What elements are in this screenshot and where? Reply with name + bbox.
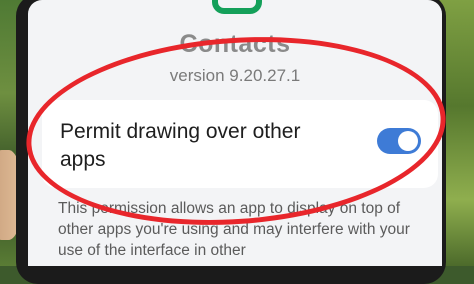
app-version: version 9.20.27.1 — [169, 66, 301, 85]
toggle-knob — [398, 131, 418, 151]
app-info-screen: Contacts version 9.20.27.1 Permit drawin… — [28, 0, 442, 266]
permission-card[interactable]: Permit drawing over other apps — [42, 100, 438, 188]
contacts-app-icon — [212, 0, 262, 14]
permission-label: Permit drawing over other apps — [60, 120, 301, 171]
permit-drawing-toggle[interactable] — [377, 128, 421, 154]
app-title: Contacts — [179, 30, 291, 58]
permission-description: This permission allows an app to display… — [58, 200, 410, 259]
